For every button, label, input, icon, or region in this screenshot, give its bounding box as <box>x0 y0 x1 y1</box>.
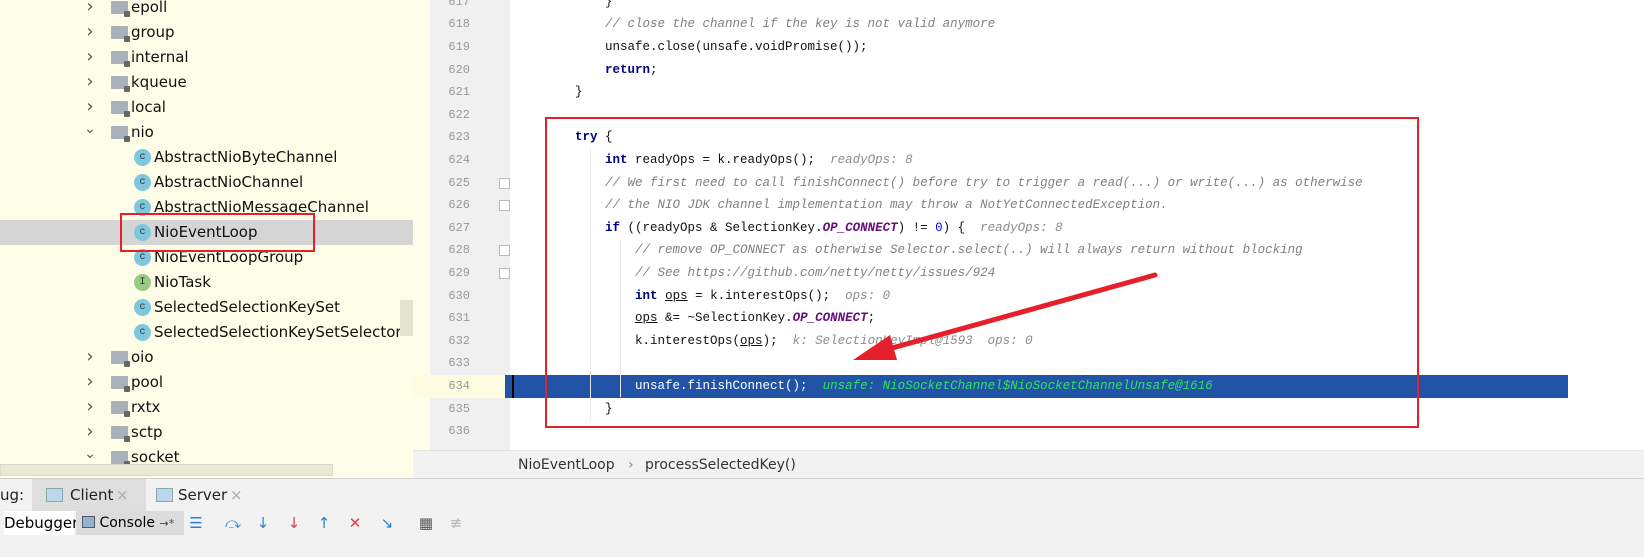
tab-label: Server <box>178 486 228 504</box>
breadcrumb: NioEventLoop › processSelectedKey() <box>413 450 1644 478</box>
window-icon <box>156 488 173 502</box>
trace-icon[interactable]: ≢ <box>446 511 466 535</box>
debug-tabs: ug: Client × Server × <box>0 478 1644 511</box>
debug-label: ug: <box>0 486 25 504</box>
close-icon[interactable]: × <box>230 479 243 511</box>
force-step-into-icon[interactable]: ↓ <box>284 511 304 535</box>
tab-server[interactable]: Server × <box>146 479 256 511</box>
evaluate-expression-icon[interactable]: ▦ <box>416 511 436 535</box>
run-to-cursor-icon[interactable]: ↘ <box>376 511 398 535</box>
console-icon <box>82 516 95 528</box>
close-icon[interactable]: × <box>116 479 129 511</box>
frames-icon[interactable]: ☰ <box>186 511 206 535</box>
step-over-icon[interactable]: ⤼ <box>222 511 244 535</box>
step-into-icon[interactable]: ↓ <box>253 511 273 535</box>
step-out-icon[interactable]: ↑ <box>314 511 334 535</box>
console-label: Console <box>99 515 156 531</box>
drop-frame-icon[interactable]: ✕ <box>344 511 366 535</box>
pin-icon: →* <box>159 517 175 530</box>
tab-label: Client <box>70 486 114 504</box>
debug-toolbar: Debugger Console →* ☰ ⤼ ↓ ↓ ↑ ✕ ↘ ▦ ≢ <box>0 511 1644 557</box>
tab-console[interactable]: Console →* <box>76 511 184 535</box>
tab-client[interactable]: Client × <box>32 479 146 511</box>
breadcrumb-separator: › <box>628 457 634 473</box>
breadcrumb-class[interactable]: NioEventLoop <box>518 451 615 479</box>
breadcrumb-method[interactable]: processSelectedKey() <box>645 451 796 479</box>
window-icon <box>46 488 63 502</box>
tab-debugger[interactable]: Debugger <box>4 511 78 535</box>
